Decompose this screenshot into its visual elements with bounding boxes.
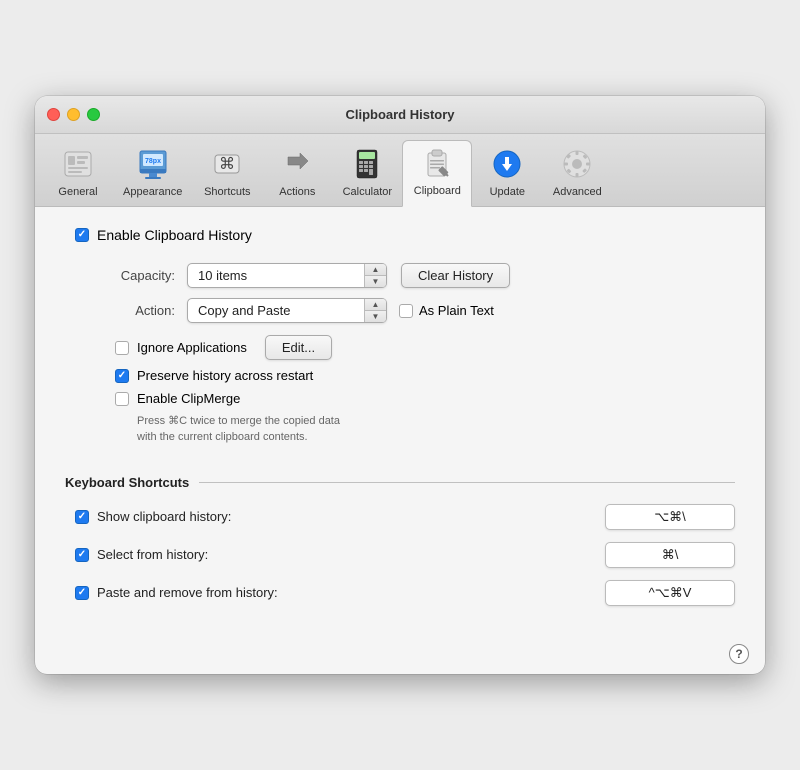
shortcut-show-history: Show clipboard history: ⌥⌘\ [75,504,735,530]
tab-general[interactable]: General [43,140,113,206]
svg-text:78px: 78px [145,158,161,165]
shortcuts-icon: ⌘ [209,146,245,182]
action-label: Action: [95,303,175,318]
paste-remove-checkbox[interactable] [75,586,89,600]
clipmerge-hint: Press ⌘C twice to merge the copied dataw… [137,414,477,445]
update-icon [489,146,525,182]
svg-text:⌘: ⌘ [219,156,235,173]
clipboard-icon [419,145,455,181]
tab-shortcuts-label: Shortcuts [204,186,250,198]
shortcut-select-history: Select from history: ⌘\ [75,542,735,568]
shortcut-select-history-label-group: Select from history: [75,547,605,562]
preserve-history-checkbox[interactable] [115,369,129,383]
enable-row: Enable Clipboard History [75,227,735,243]
select-history-key[interactable]: ⌘\ [605,542,735,568]
action-down-arrow[interactable]: ▼ [365,311,386,322]
tab-calculator[interactable]: Calculator [332,140,402,206]
tab-appearance[interactable]: 78px Appearance [113,140,192,206]
traffic-lights [47,108,100,121]
advanced-icon [559,146,595,182]
clipmerge-row: Enable ClipMerge [115,391,735,406]
help-button[interactable]: ? [729,644,749,664]
tab-update-label: Update [490,186,525,198]
close-button[interactable] [47,108,60,121]
ignore-apps-label: Ignore Applications [137,340,247,355]
plain-text-row: As Plain Text [399,303,494,318]
clipmerge-checkbox[interactable] [115,392,129,406]
capacity-down-arrow[interactable]: ▼ [365,276,386,287]
toolbar: General 78px Appearance ⌘ [35,134,765,207]
tab-update[interactable]: Update [472,140,542,206]
window-title: Clipboard History [345,107,454,122]
paste-remove-label: Paste and remove from history: [97,585,278,600]
capacity-select[interactable]: 5 items 10 items 20 items 50 items 100 i… [187,263,387,288]
titlebar: Clipboard History [35,96,765,134]
checkboxes-section: Ignore Applications Edit... Preserve his… [95,331,735,457]
edit-button[interactable]: Edit... [265,335,332,360]
capacity-row: Capacity: 5 items 10 items 20 items 50 i… [95,263,735,288]
keyboard-shortcuts-divider: Keyboard Shortcuts [65,475,735,490]
tab-advanced-label: Advanced [553,186,602,198]
paste-remove-key[interactable]: ^⌥⌘V [605,580,735,606]
action-spinner[interactable]: ▲ ▼ [364,299,386,322]
minimize-button[interactable] [67,108,80,121]
select-history-label: Select from history: [97,547,208,562]
keyboard-shortcuts-title: Keyboard Shortcuts [65,475,189,490]
shortcut-show-history-label-group: Show clipboard history: [75,509,605,524]
tab-actions-label: Actions [279,186,315,198]
action-row: Action: Copy and Paste Copy only Paste o… [95,298,735,323]
capacity-spinner[interactable]: ▲ ▼ [364,264,386,287]
actions-icon [279,146,315,182]
plain-text-checkbox[interactable] [399,304,413,318]
tab-clipboard[interactable]: Clipboard [402,140,472,207]
shortcut-paste-remove-label-group: Paste and remove from history: [75,585,605,600]
shortcut-paste-remove: Paste and remove from history: ^⌥⌘V [75,580,735,606]
divider-line [199,482,735,483]
clipmerge-label: Enable ClipMerge [137,391,240,406]
tab-advanced[interactable]: Advanced [542,140,612,206]
show-history-label: Show clipboard history: [97,509,231,524]
tab-appearance-label: Appearance [123,186,182,198]
action-select[interactable]: Copy and Paste Copy only Paste only [187,298,387,323]
ignore-apps-checkbox[interactable] [115,341,129,355]
tab-shortcuts[interactable]: ⌘ Shortcuts [192,140,262,206]
plain-text-label: As Plain Text [419,303,494,318]
general-icon [60,146,96,182]
preserve-history-label: Preserve history across restart [137,368,313,383]
enable-clipboard-label: Enable Clipboard History [97,227,252,243]
action-select-wrapper: Copy and Paste Copy only Paste only ▲ ▼ [187,298,387,323]
clear-history-button[interactable]: Clear History [401,263,510,288]
tab-calculator-label: Calculator [343,186,393,198]
appearance-icon: 78px [135,146,171,182]
bottom-bar: ? [35,638,765,674]
enable-clipboard-checkbox[interactable] [75,228,89,242]
select-history-checkbox[interactable] [75,548,89,562]
calculator-icon [349,146,385,182]
action-up-arrow[interactable]: ▲ [365,299,386,311]
shortcuts-section: Show clipboard history: ⌥⌘\ Select from … [65,504,735,606]
capacity-up-arrow[interactable]: ▲ [365,264,386,276]
main-content: Enable Clipboard History Capacity: 5 ite… [35,207,765,638]
maximize-button[interactable] [87,108,100,121]
tab-clipboard-label: Clipboard [414,185,461,197]
ignore-apps-row: Ignore Applications Edit... [115,335,735,360]
tab-actions[interactable]: Actions [262,140,332,206]
show-history-key[interactable]: ⌥⌘\ [605,504,735,530]
main-window: Clipboard History General [35,96,765,674]
capacity-select-wrapper: 5 items 10 items 20 items 50 items 100 i… [187,263,387,288]
capacity-label: Capacity: [95,268,175,283]
preserve-history-row: Preserve history across restart [115,368,735,383]
show-history-checkbox[interactable] [75,510,89,524]
tab-general-label: General [58,186,97,198]
